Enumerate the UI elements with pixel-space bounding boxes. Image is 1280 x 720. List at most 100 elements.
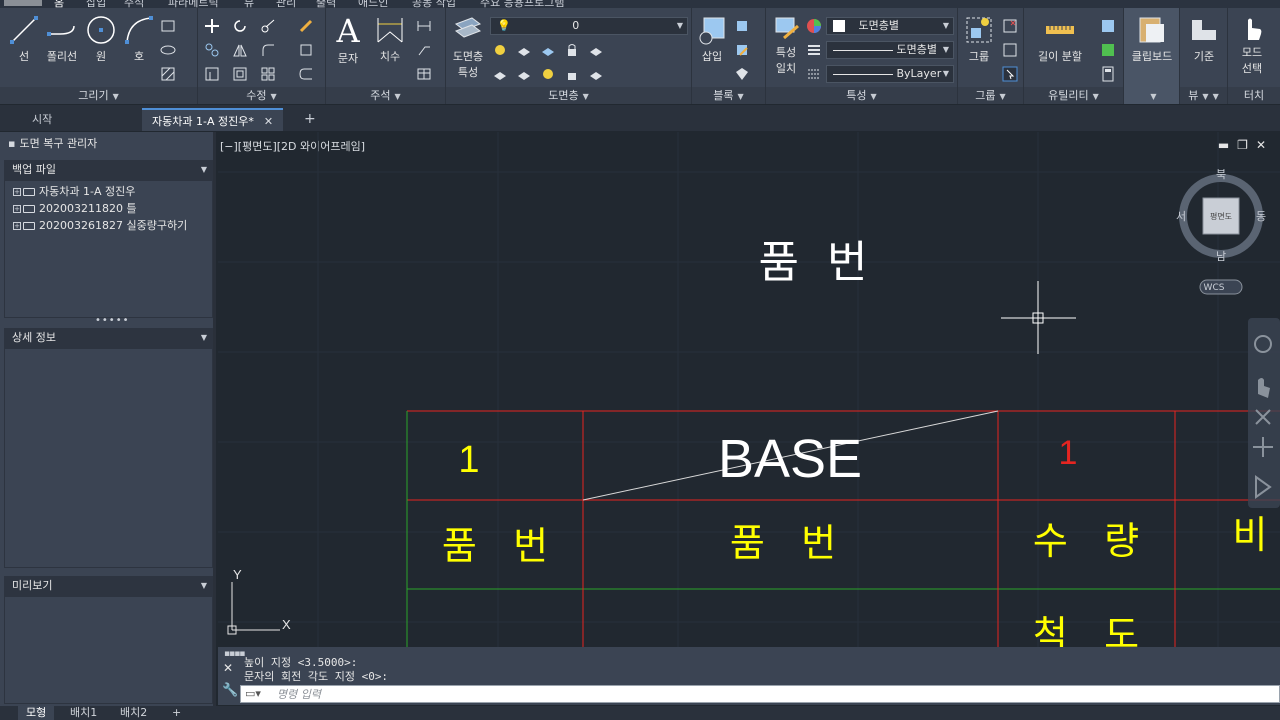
tab-view[interactable]: 뷰 [244,0,254,8]
command-input[interactable] [277,686,1267,702]
layer-previous-icon[interactable] [516,66,532,82]
rotate-icon[interactable] [232,18,248,34]
close-icon[interactable]: ▪ [8,137,15,150]
edit-block-icon[interactable] [734,42,750,58]
table-icon[interactable] [416,66,432,82]
backup-file-item[interactable]: +202003211820 틀 [13,200,137,216]
new-tab-button[interactable]: + [294,108,326,131]
expand-icon[interactable]: + [13,205,21,213]
select-mode-tool[interactable]: 모드 선택 [1230,14,1274,76]
drawing-canvas[interactable]: [−][평면도][2D 와이어프레임] ▬❐✕ Y X 품 번 1 BASE 1… [218,132,1280,647]
close-icon[interactable]: ✕ [264,115,273,128]
viewcube-east[interactable]: 동 [1256,210,1266,223]
tab-addins[interactable]: 애드인 [358,0,388,8]
create-block-icon[interactable] [734,18,750,34]
tab-manage[interactable]: 관리 [276,0,296,8]
base-view-tool[interactable]: 기준 [1182,14,1226,64]
panel-annotation-title[interactable]: 주석 ▼ [326,87,445,104]
text-tool[interactable]: A 문자 [330,14,366,66]
linear-dimension-icon[interactable] [416,18,432,34]
panel-block-title[interactable]: 블록 ▼ [692,87,765,104]
layer-unlock-icon[interactable] [564,66,580,82]
fillet-icon[interactable] [260,42,276,58]
move-icon[interactable] [204,18,220,34]
match-properties-tool[interactable]: 특성 일치 [768,14,804,76]
tab-featured-apps[interactable]: 주요 응용프로그램 [480,0,564,8]
array-icon[interactable] [260,66,276,82]
preview-header[interactable]: 미리보기 ▼ [4,576,213,596]
erase-icon[interactable] [298,18,314,34]
dimension-tool[interactable]: 치수 [370,14,410,64]
new-layout-button[interactable]: + [164,706,189,720]
viewcube-north[interactable]: 북 [1216,168,1226,181]
tab-home[interactable]: 홈 [54,0,64,8]
tab-insert[interactable]: 삽입 [86,0,106,8]
app-menu-button[interactable] [4,0,42,6]
backup-files-header[interactable]: 백업 파일 ▼ [4,160,213,180]
leader-icon[interactable] [416,42,432,58]
linetype-dropdown[interactable]: 도면층별 ▼ [826,41,954,59]
lineweight-dropdown[interactable]: ByLayer ▼ [826,65,954,83]
viewcube[interactable]: 평면도 북 남 동 서 WCS [1176,168,1266,295]
group-edit-icon[interactable] [1002,42,1018,58]
backup-file-item[interactable]: +202003261827 실중량구하기 [13,217,187,233]
hatch-icon[interactable] [160,66,176,82]
ungroup-icon[interactable] [1002,18,1018,34]
layer-lock-icon[interactable] [564,42,580,58]
group-tool[interactable]: 그룹 [960,14,998,64]
panel-layers-title[interactable]: 도면층 ▼ [446,87,691,104]
palette-splitter[interactable]: ••••• [95,315,130,326]
select-similar-icon[interactable] [1100,42,1116,58]
color-dropdown[interactable]: 도면층별 ▼ [826,17,954,35]
tab-start[interactable]: 시작 [22,108,62,131]
quick-select-icon[interactable] [1100,18,1116,34]
trim-icon[interactable] [260,18,276,34]
edit-attributes-icon[interactable] [734,66,750,82]
group-select-icon[interactable] [1002,66,1018,82]
tab-parametric[interactable]: 파라메트릭 [168,0,219,8]
panel-utilities-title[interactable]: 유틸리티 ▼ [1024,87,1123,104]
layer-freeze-icon[interactable] [540,42,556,58]
viewcube-south[interactable]: 남 [1216,250,1226,263]
details-header[interactable]: 상세 정보 ▼ [4,328,213,348]
insert-block-tool[interactable]: 삽입 [694,14,730,64]
tab-current-drawing[interactable]: 자동차과 1-A 정진우* ✕ [142,108,284,131]
wrench-icon[interactable]: 🔧 [222,683,238,698]
panel-groups-title[interactable]: 그룹 ▼ [958,87,1023,104]
backup-file-item[interactable]: + 자동차과 1-A 정진우 [13,183,135,199]
tab-output[interactable]: 출력 [316,0,336,8]
layer-match-icon[interactable] [588,42,604,58]
rectangle-icon[interactable] [160,18,176,34]
explode-icon[interactable] [298,42,314,58]
expand-icon[interactable]: + [13,188,21,196]
mirror-icon[interactable] [232,42,248,58]
ellipse-icon[interactable] [160,42,176,58]
circle-tool[interactable]: 원 [84,14,118,64]
tab-collaborate[interactable]: 공동 작업 [412,0,456,8]
divide-length-tool[interactable]: 길이 분할 [1030,14,1090,64]
layer-off-icon[interactable] [492,42,508,58]
layer-dropdown[interactable]: 💡 0 ▼ [490,17,688,35]
close-icon[interactable]: ✕ [223,661,233,675]
layer-merge-icon[interactable] [588,66,604,82]
arc-tool[interactable]: 호 [122,14,156,64]
command-line-grip[interactable]: ▪▪▪▪ [224,649,245,659]
viewcube-west[interactable]: 서 [1176,210,1186,223]
command-input-box[interactable]: ▭▾ [240,685,1280,703]
command-prompt-icon[interactable]: ▭▾ [245,687,261,700]
layer-walk-icon[interactable] [492,66,508,82]
offset-icon[interactable] [298,66,314,82]
copy-icon[interactable] [204,42,220,58]
line-tool[interactable]: 선 [6,14,42,64]
panel-view-title[interactable]: 뷰 ▼ ▼ [1180,87,1227,104]
expand-icon[interactable]: + [13,222,21,230]
panel-clipboard-title[interactable]: ▼ [1124,87,1179,104]
scale-icon[interactable] [232,66,248,82]
layer-isolate-icon[interactable] [516,42,532,58]
tab-model[interactable]: 모형 [18,706,55,720]
clipboard-tool[interactable]: 클립보드 [1126,14,1178,64]
tab-layout1[interactable]: 배치1 [62,706,105,720]
layer-thaw-icon[interactable] [540,66,556,82]
polyline-tool[interactable]: 폴리선 [42,14,82,64]
layer-properties-tool[interactable]: 도면층 특성 [448,14,488,80]
